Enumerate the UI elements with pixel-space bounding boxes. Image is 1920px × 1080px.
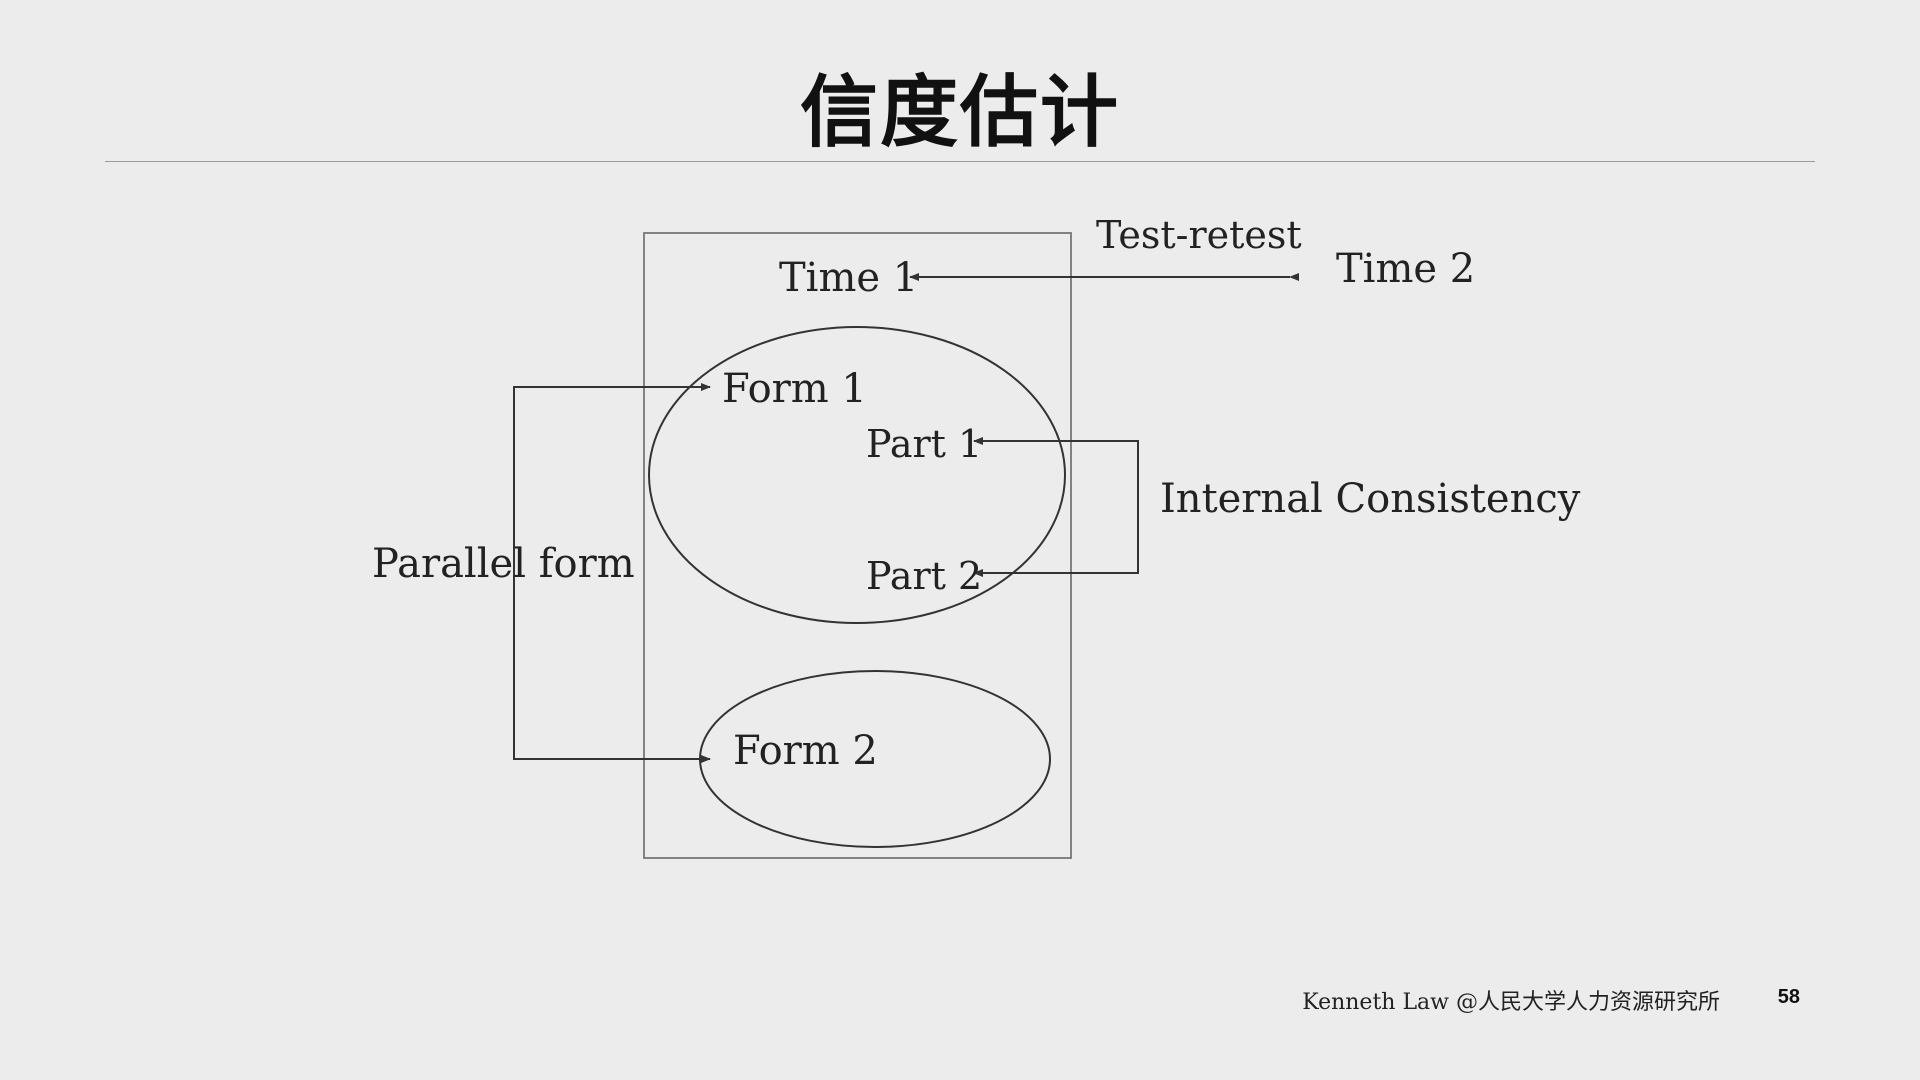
internal-consistency-bracket — [975, 440, 1139, 574]
test-retest-label: Test-retest — [1096, 213, 1302, 257]
parallel-form-label: Parallel form — [372, 541, 635, 587]
time1-label: Time 1 — [779, 255, 918, 301]
part2-label: Part 2 — [866, 554, 982, 598]
reliability-diagram: Test-retest Time 1 Time 2 Form 1 Part 1 … — [372, 213, 1581, 859]
part1-label: Part 1 — [866, 422, 982, 466]
internal-consistency-label: Internal Consistency — [1160, 476, 1581, 522]
slide: 信度估计 Test-retest Time 1 Time 2 Form 1 Pa… — [0, 0, 1920, 1080]
form1-label: Form 1 — [722, 366, 867, 412]
form2-label: Form 2 — [733, 728, 878, 774]
time2-label: Time 2 — [1336, 246, 1475, 292]
slide-footer: Kenneth Law @人民大学人力资源研究所 — [1302, 990, 1720, 1015]
page-number: 58 — [1777, 986, 1800, 1008]
